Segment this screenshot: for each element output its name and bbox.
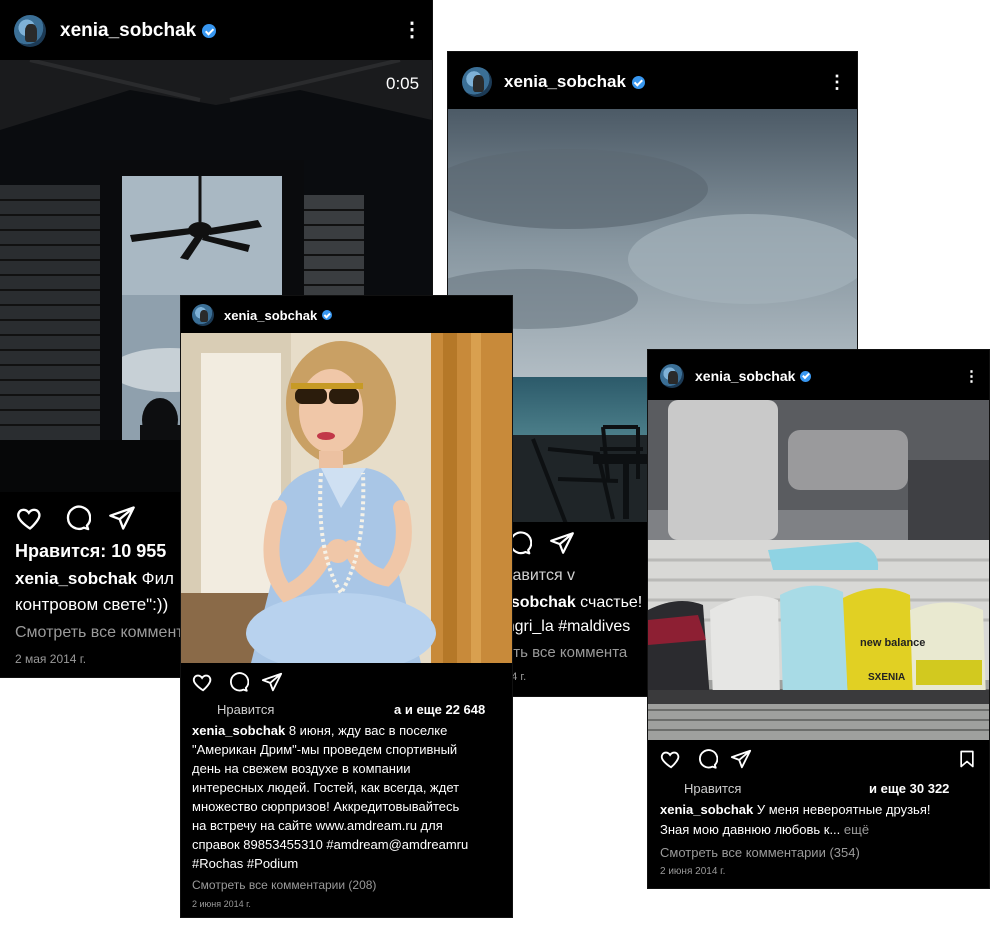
post-header: xenia_sobchak [181, 296, 512, 334]
action-bar [192, 671, 283, 693]
caption-line-2: контровом свете":)) [15, 595, 169, 614]
post-date: 2 июня 2014 г. [192, 899, 251, 909]
share-send-icon[interactable] [261, 671, 283, 693]
username[interactable]: xenia_sobchak [695, 368, 795, 384]
post-photo[interactable] [181, 333, 512, 663]
share-send-icon[interactable] [549, 530, 575, 556]
share-send-icon[interactable] [108, 504, 136, 532]
post-header: xenia_sobchak [648, 350, 989, 402]
caption-line-7: справок 89853455310 #amdream@amdreamru [192, 837, 469, 852]
comment-icon[interactable] [227, 671, 249, 693]
view-all-comments-link[interactable]: Смотреть все комментарии (208) [192, 878, 376, 892]
like-heart-icon[interactable] [16, 504, 44, 532]
caption-line-2: "Американ Дрим"-мы проведем спортивный [192, 742, 458, 757]
verified-badge-icon [800, 370, 812, 382]
bookmark-icon[interactable] [957, 749, 977, 769]
caption-text: Фил [141, 569, 174, 588]
caption-line-8: #Rochas #Podium [192, 856, 299, 871]
verified-badge-icon [322, 310, 333, 320]
likes-count[interactable]: а и еще 22 648 [394, 702, 485, 717]
action-bar [660, 748, 752, 770]
caption-text: счастье! [575, 594, 643, 611]
username[interactable]: xenia_sobchak [60, 20, 196, 42]
caption-username[interactable]: xenia_sobchak [660, 802, 753, 817]
caption-line-4: интересных людей. Гостей, как всегда, жд… [192, 780, 460, 795]
verified-badge-icon [631, 75, 645, 89]
likes-count[interactable]: Нравится: 10 955 [15, 541, 166, 562]
video-timer: 0:05 [386, 74, 420, 93]
like-heart-icon[interactable] [660, 748, 682, 770]
comment-icon[interactable] [63, 504, 91, 532]
caption-line-6: на встречу на сайте www.amdream.ru для [192, 818, 443, 833]
caption-more-link[interactable]: ещё [844, 822, 869, 837]
like-heart-icon[interactable] [192, 671, 214, 693]
post-header: xenia_sobchak [448, 52, 857, 112]
likes-count[interactable]: и еще 30 322 [869, 781, 949, 796]
verified-badge-icon [202, 24, 217, 38]
avatar[interactable] [660, 364, 684, 388]
caption-line-3: день на свежем воздухе в компании [192, 761, 411, 776]
post-card-2: xenia_sobchak Нравится а и еще 22 648 xe… [181, 296, 512, 917]
likes-prefix[interactable]: Нравится [684, 781, 741, 796]
share-send-icon[interactable] [730, 748, 752, 770]
sneakers-image: new balance SXENIA [648, 400, 989, 740]
caption-text: 8 июня, жду вас в поселке [285, 723, 448, 738]
caption-text-2: Зная мою давнюю любовь к... [660, 822, 844, 837]
woman-portrait-image [181, 333, 512, 663]
more-options-icon[interactable]: ⋮ [964, 369, 979, 384]
caption-line-1: xenia_sobchak Фил [15, 569, 174, 589]
caption-line-2: Зная мою давнюю любовь к... ещё [660, 822, 869, 837]
shoe-logo-text: new balance [860, 637, 925, 649]
comment-icon[interactable] [696, 748, 718, 770]
username[interactable]: xenia_sobchak [504, 72, 626, 92]
post-header: xenia_sobchak [0, 0, 432, 62]
caption-username[interactable]: xenia_sobchak [15, 569, 137, 588]
caption-line-5: множество сюрпризов! Аккредитовывайтесь [192, 799, 460, 814]
more-options-icon[interactable]: ⋮ [402, 20, 422, 40]
caption-line-1: xenia_sobchak 8 июня, жду вас в поселке [192, 723, 447, 738]
avatar[interactable] [462, 67, 492, 97]
post-date: 2 июня 2014 г. [660, 866, 726, 877]
post-date: 2 мая 2014 г. [15, 652, 87, 666]
username[interactable]: xenia_sobchak [224, 308, 317, 323]
action-bar [16, 504, 136, 532]
avatar[interactable] [14, 15, 46, 47]
view-all-comments-link[interactable]: Смотреть все комментарии (354) [660, 845, 860, 860]
shoe-name-text: SXENIA [868, 672, 905, 683]
post-card-4: xenia_sobchak ⋮ new balance SXENIA Нрави… [648, 350, 989, 888]
more-options-icon[interactable]: ⋮ [828, 73, 846, 91]
caption-line-1: xenia_sobchak У меня невероятные друзья! [660, 802, 930, 817]
caption-text: У меня невероятные друзья! [753, 802, 931, 817]
likes-prefix[interactable]: Нравится [217, 702, 274, 717]
caption-username[interactable]: xenia_sobchak [192, 723, 285, 738]
avatar[interactable] [192, 304, 214, 326]
post-photo[interactable]: new balance SXENIA [648, 400, 989, 740]
view-all-comments-link[interactable]: Смотреть все коммент [15, 624, 184, 642]
